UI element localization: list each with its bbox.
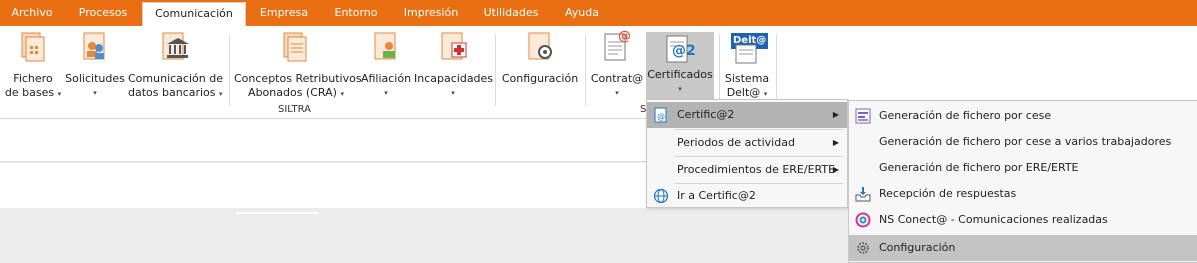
configuracion-button[interactable]: Configuración: [500, 30, 580, 100]
submenu-item-label: Recepción de respuestas: [879, 187, 1017, 200]
scroll-indicator[interactable]: [236, 212, 318, 214]
menu-tab-ayuda[interactable]: Ayuda: [556, 0, 608, 26]
sistema-delta-label-2: Delt@: [726, 86, 761, 99]
bank-document-icon: [162, 32, 189, 60]
menu-tab-archivo[interactable]: Archivo: [6, 0, 58, 26]
at-sign-icon: [855, 212, 871, 228]
menu-tab-impresion[interactable]: Impresión: [396, 0, 466, 26]
sistema-delta-button[interactable]: Delt@ Sistema Delt@ ▾: [722, 30, 772, 100]
chevron-down-icon: ▾: [57, 90, 62, 98]
submenu-item-fichero-ere[interactable]: Generación de fichero por ERE/ERTE: [849, 155, 1197, 181]
menu-tab-entorno[interactable]: Entorno: [326, 0, 386, 26]
afiliacion-button[interactable]: Afiliación ▾: [360, 30, 412, 100]
certificados-dropdown: @ Certific@2 ▶ Periodos de actividad ▶ P…: [646, 99, 848, 208]
dropdown-item-ir-a-certifica2[interactable]: Ir a Certific@2: [647, 183, 847, 209]
afiliacion-label: Afiliación: [360, 72, 412, 85]
ribbon-separator: [776, 34, 777, 106]
contrata-badge: @: [618, 29, 631, 44]
chevron-down-icon: ▾: [219, 90, 223, 98]
chevron-down-icon: ▾: [340, 90, 344, 98]
dropdown-item-procedimientos[interactable]: Procedimientos de ERE/ERTE ▶: [647, 157, 847, 183]
certificados-badge: @2: [672, 43, 696, 59]
dropdown-item-certifica2[interactable]: @ Certific@2 ▶: [647, 102, 847, 128]
chevron-down-icon: ▾: [384, 89, 388, 97]
certificate-icon: @: [654, 107, 667, 123]
menu-tab-utilidades[interactable]: Utilidades: [476, 0, 546, 26]
certificados-button[interactable]: @2 Certificados ▾: [646, 32, 714, 99]
file-generate-icon: [855, 108, 871, 124]
incapacidades-button[interactable]: Incapacidades ▾: [414, 30, 494, 100]
chevron-right-icon: ▶: [832, 138, 839, 147]
contrata-button[interactable]: @ Contrat@ ▾: [590, 30, 644, 100]
submenu-item-recepcion[interactable]: Recepción de respuestas: [849, 181, 1197, 207]
delta-document-icon: [735, 44, 757, 64]
certifica2-submenu: Generación de fichero por cese Generació…: [848, 100, 1197, 263]
conceptos-label-2: Abonados (CRA): [248, 86, 337, 99]
solicitudes-button[interactable]: Solicitudes ▾: [64, 30, 126, 100]
medical-document-icon: [441, 32, 467, 60]
contrata-label: Contrat@: [590, 72, 644, 85]
chevron-down-icon: ▾: [451, 89, 455, 97]
users-document-icon: [83, 32, 105, 60]
certificados-label: Certificados: [647, 68, 713, 81]
fichero-de-bases-label-2: de bases: [4, 86, 55, 99]
solicitudes-label: Solicitudes: [65, 72, 125, 85]
ribbon-separator: [229, 34, 230, 106]
submenu-item-label: Configuración: [879, 241, 956, 254]
sistema-delta-label-1: Sistema: [724, 72, 770, 85]
menu-tab-procesos[interactable]: Procesos: [68, 0, 138, 26]
submenu-item-label: Generación de fichero por ERE/ERTE: [879, 161, 1079, 174]
chevron-right-icon: ▶: [832, 165, 839, 174]
dropdown-item-label: Periodos de actividad: [677, 136, 795, 149]
chevron-down-icon: ▾: [93, 89, 97, 97]
document-stack-icon: [283, 32, 307, 62]
gear-icon: [857, 242, 869, 254]
gear-document-icon: [528, 32, 552, 60]
chevron-down-icon: ▾: [615, 89, 619, 97]
comunicacion-datos-bancarios-button[interactable]: Comunicación de datos bancarios ▾: [128, 30, 223, 100]
chevron-right-icon: ▶: [832, 110, 839, 119]
document-stack-icon: [21, 32, 45, 62]
submenu-item-label: NS Conect@ - Comunicaciones realizadas: [879, 213, 1108, 226]
globe-icon: [653, 188, 669, 204]
submenu-item-fichero-cese-varios[interactable]: Generación de fichero por cese a varios …: [849, 129, 1197, 155]
fichero-de-bases-button[interactable]: Fichero de bases ▾: [4, 30, 62, 100]
menu-tab-empresa[interactable]: Empresa: [252, 0, 316, 26]
chevron-down-icon: ▾: [763, 90, 768, 98]
group-label-siltra: SILTRA: [278, 104, 311, 115]
conceptos-retributivos-button[interactable]: Conceptos Retributivos Abonados (CRA) ▾: [234, 30, 362, 100]
dropdown-item-label: Procedimientos de ERE/ERTE: [677, 163, 836, 176]
configuracion-label: Configuración: [501, 72, 579, 85]
submenu-item-ns-conecta[interactable]: NS Conect@ - Comunicaciones realizadas: [849, 207, 1197, 233]
conceptos-label-1: Conceptos Retributivos: [234, 72, 362, 85]
chevron-down-icon: ▾: [678, 85, 682, 93]
incapacidades-label: Incapacidades: [414, 72, 494, 85]
comunicacion-label-1: Comunicación de: [128, 72, 223, 85]
dropdown-item-label: Certific@2: [677, 108, 735, 121]
inbox-download-icon: [855, 187, 871, 202]
ribbon-separator: [495, 34, 496, 106]
dropdown-item-label: Ir a Certific@2: [677, 189, 756, 202]
submenu-item-label: Generación de fichero por cese a varios …: [879, 135, 1172, 148]
fichero-de-bases-label-1: Fichero: [13, 72, 53, 85]
svg-text:@: @: [657, 112, 665, 121]
menu-tab-comunicacion[interactable]: Comunicación: [142, 2, 246, 26]
user-document-icon: [374, 32, 396, 60]
ribbon-separator: [585, 34, 586, 106]
submenu-item-label: Generación de fichero por cese: [879, 109, 1052, 122]
comunicacion-label-2: datos bancarios: [128, 86, 216, 99]
ribbon-separator: [719, 34, 720, 106]
submenu-item-configuracion[interactable]: Configuración: [849, 235, 1197, 261]
submenu-item-fichero-cese[interactable]: Generación de fichero por cese: [849, 103, 1197, 129]
dropdown-item-periodos[interactable]: Periodos de actividad ▶: [647, 130, 847, 156]
menu-bar: Archivo Procesos Comunicación Empresa En…: [0, 0, 1197, 26]
